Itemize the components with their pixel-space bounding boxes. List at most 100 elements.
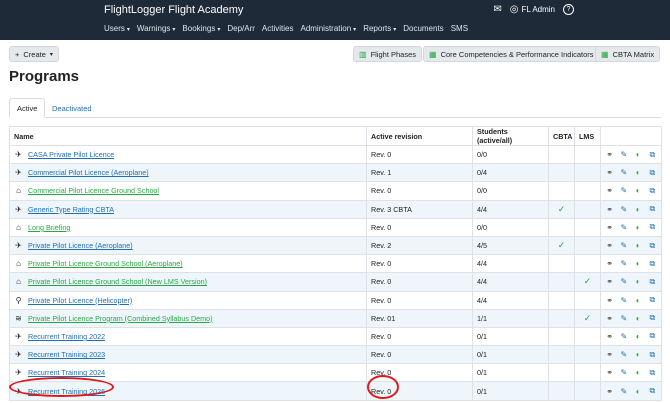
share-icon[interactable]: ⚭ (605, 259, 614, 268)
pencil-icon[interactable]: ✎ (619, 368, 628, 377)
copy-icon[interactable]: ⧉ (648, 331, 657, 341)
flight-phases-button[interactable]: ▥ Flight Phases (353, 46, 423, 62)
chevron-down-icon: ▾ (217, 27, 221, 33)
cbta-matrix-button[interactable]: ▦ CBTA Matrix (595, 46, 661, 62)
nav-item[interactable]: Dep/Arr (227, 24, 255, 33)
toggle-icon[interactable]: ◐ (634, 150, 643, 159)
copy-icon[interactable]: ⧉ (648, 386, 657, 396)
copy-icon[interactable]: ⧉ (648, 241, 657, 251)
toggle-icon[interactable]: ◐ (634, 277, 643, 286)
col-header-revision[interactable]: Active revision (366, 126, 473, 146)
copy-icon[interactable]: ⧉ (648, 368, 657, 378)
share-icon[interactable]: ⚭ (605, 314, 614, 323)
copy-icon[interactable]: ⧉ (648, 313, 657, 323)
nav-item[interactable]: Activities (262, 24, 294, 33)
program-link[interactable]: Commercial Pilot Licence (Aeroplane) (28, 168, 149, 177)
user-menu[interactable]: ◎ FL Admin (510, 4, 555, 15)
toggle-icon[interactable]: ◐ (634, 186, 643, 195)
copy-icon[interactable]: ⧉ (648, 295, 657, 305)
program-link[interactable]: Generic Type Rating CBTA (28, 205, 114, 214)
program-link[interactable]: Private Pilot Licence Program (Combined … (28, 314, 213, 323)
program-link[interactable]: Private Pilot Licence (Helicopter) (28, 296, 132, 305)
program-link[interactable]: Recurrent Training 2024 (28, 368, 105, 377)
nav-item[interactable]: SMS (451, 24, 468, 33)
pencil-icon[interactable]: ✎ (619, 350, 628, 359)
question-icon[interactable]: ? (563, 4, 574, 15)
toggle-icon[interactable]: ◐ (634, 223, 643, 232)
create-button[interactable]: + Create ▾ (9, 46, 59, 62)
copy-icon[interactable]: ⧉ (648, 259, 657, 269)
nav-item[interactable]: Bookings ▾ (182, 24, 220, 33)
nav-item[interactable]: Documents (403, 24, 443, 33)
core-competencies-button[interactable]: ▦ Core Competencies & Performance Indica… (423, 46, 600, 62)
toggle-icon[interactable]: ◐ (634, 350, 643, 359)
tab-active[interactable]: Active (9, 98, 46, 118)
pencil-icon[interactable]: ✎ (619, 387, 628, 396)
share-icon[interactable]: ⚭ (605, 150, 614, 159)
toggle-icon[interactable]: ◐ (634, 259, 643, 268)
cell-revision: Rev. 0 (366, 326, 473, 347)
tab-deactivated[interactable]: Deactivated (45, 98, 99, 118)
copy-icon[interactable]: ⧉ (648, 222, 657, 232)
pencil-icon[interactable]: ✎ (619, 314, 628, 323)
copy-icon[interactable]: ⧉ (648, 350, 657, 360)
toggle-icon[interactable]: ◐ (634, 368, 643, 377)
pencil-icon[interactable]: ✎ (619, 277, 628, 286)
col-header-lms[interactable]: LMS (574, 126, 601, 146)
pencil-icon[interactable]: ✎ (619, 332, 628, 341)
copy-icon[interactable]: ⧉ (648, 150, 657, 160)
pencil-icon[interactable]: ✎ (619, 223, 628, 232)
share-icon[interactable]: ⚭ (605, 241, 614, 250)
col-header-cbta[interactable]: CBTA (548, 126, 575, 146)
col-header-name[interactable]: Name (9, 126, 367, 146)
share-icon[interactable]: ⚭ (605, 277, 614, 286)
pencil-icon[interactable]: ✎ (619, 150, 628, 159)
app-title[interactable]: FlightLogger Flight Academy (104, 4, 243, 16)
nav-item[interactable]: Warnings ▾ (137, 24, 176, 33)
program-link[interactable]: Private Pilot Licence (Aeroplane) (28, 241, 133, 250)
copy-icon[interactable]: ⧉ (648, 204, 657, 214)
cell-lms (574, 144, 601, 165)
share-icon[interactable]: ⚭ (605, 387, 614, 396)
program-link[interactable]: Private Pilot Licence Ground School (Aer… (28, 259, 183, 268)
col-header-students[interactable]: Students (active/all) (472, 126, 549, 146)
cell-actions: ⚭ ✎ ◐ ⧉ (600, 381, 662, 401)
share-icon[interactable]: ⚭ (605, 205, 614, 214)
nav-item[interactable]: Users ▾ (104, 24, 130, 33)
share-icon[interactable]: ⚭ (605, 168, 614, 177)
nav-item[interactable]: Administration ▾ (300, 24, 356, 33)
toggle-icon[interactable]: ◐ (634, 332, 643, 341)
pencil-icon[interactable]: ✎ (619, 186, 628, 195)
share-icon[interactable]: ⚭ (605, 368, 614, 377)
toggle-icon[interactable]: ◐ (634, 387, 643, 396)
pencil-icon[interactable]: ✎ (619, 259, 628, 268)
share-icon[interactable]: ⚭ (605, 350, 614, 359)
toggle-icon[interactable]: ◐ (634, 241, 643, 250)
copy-icon[interactable]: ⧉ (648, 168, 657, 178)
program-link[interactable]: Private Pilot Licence Ground School (New… (28, 277, 207, 286)
share-icon[interactable]: ⚭ (605, 296, 614, 305)
program-link[interactable]: Recurrent Training 2022 (28, 332, 105, 341)
pencil-icon[interactable]: ✎ (619, 241, 628, 250)
program-link[interactable]: Long Briefing (28, 223, 70, 232)
nav-item[interactable]: Reports ▾ (363, 24, 396, 33)
pencil-icon[interactable]: ✎ (619, 205, 628, 214)
classroom-icon: ⌂ (16, 186, 21, 196)
copy-icon[interactable]: ⧉ (648, 186, 657, 196)
cell-name: ⌂ Private Pilot Licence Ground School (Ae… (9, 254, 367, 274)
share-icon[interactable]: ⚭ (605, 186, 614, 195)
toggle-icon[interactable]: ◐ (634, 314, 643, 323)
envelope-icon[interactable]: ✉ (493, 4, 501, 15)
program-link[interactable]: CASA Private Pilot Licence (28, 150, 114, 159)
share-icon[interactable]: ⚭ (605, 223, 614, 232)
pencil-icon[interactable]: ✎ (619, 296, 628, 305)
program-link[interactable]: Recurrent Training 2023 (28, 350, 105, 359)
program-link[interactable]: Commercial Pilot Licence Ground School (28, 186, 159, 195)
toggle-icon[interactable]: ◐ (634, 205, 643, 214)
share-icon[interactable]: ⚭ (605, 332, 614, 341)
toggle-icon[interactable]: ◐ (634, 168, 643, 177)
pencil-icon[interactable]: ✎ (619, 168, 628, 177)
copy-icon[interactable]: ⧉ (648, 277, 657, 287)
airplane-icon: ✈ (15, 331, 22, 341)
toggle-icon[interactable]: ◐ (634, 296, 643, 305)
